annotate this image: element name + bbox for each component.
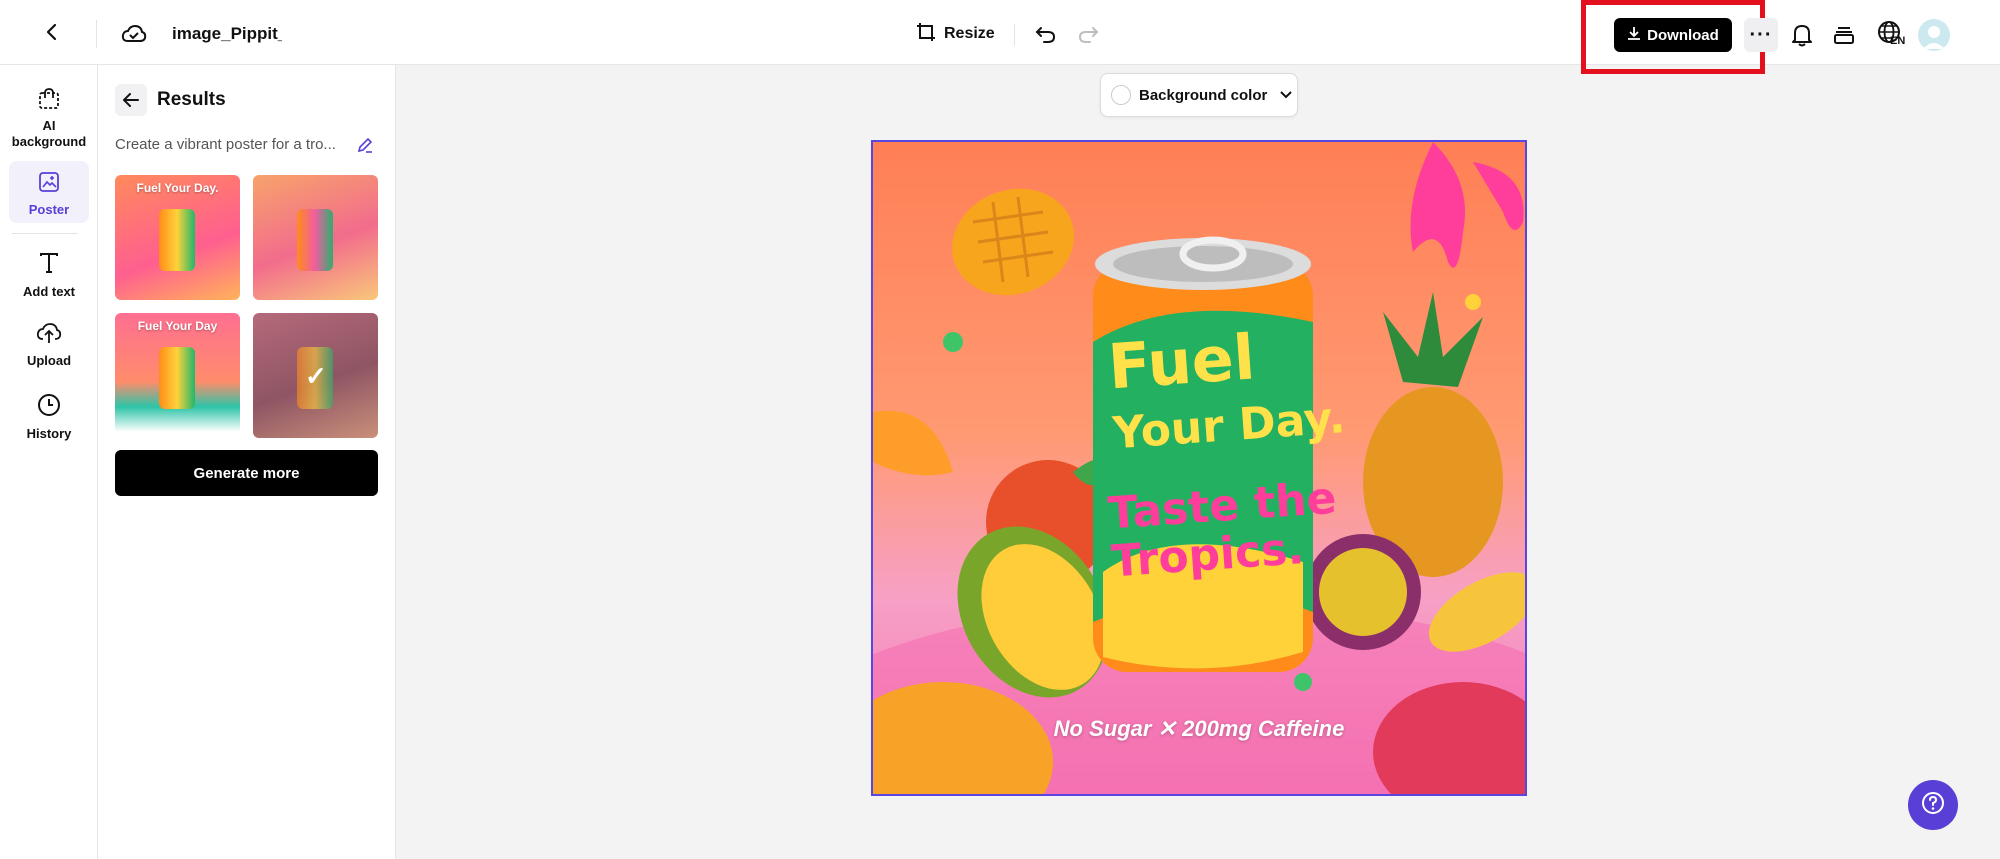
result-thumbnail[interactable]: Fuel Your Day. (115, 175, 240, 300)
bell-icon[interactable] (1786, 18, 1818, 52)
prompt-text[interactable]: Create a vibrant poster for a tro... (115, 136, 345, 153)
resize-button[interactable]: Resize (916, 18, 995, 50)
result-thumbnail[interactable] (253, 175, 378, 300)
divider (12, 233, 78, 234)
rail-item-label: Upload (26, 353, 72, 368)
rail-item-label: Poster (28, 202, 70, 217)
more-options-button[interactable]: ··· (1744, 18, 1778, 52)
can-image (297, 209, 333, 271)
poster-canvas[interactable]: Fuel Your Day. Taste the Tropics. No Sug… (871, 140, 1527, 796)
results-panel: Results Create a vibrant poster for a tr… (98, 65, 396, 859)
background-color-label: Background color (1139, 86, 1268, 104)
back-icon[interactable] (36, 16, 68, 48)
can-image (159, 347, 195, 409)
resize-icon (916, 22, 936, 47)
avatar[interactable] (1918, 19, 1950, 51)
cloud-sync-icon[interactable] (118, 18, 150, 50)
poster-footer-text: No Sugar ✕ 200mg Caffeine (1053, 716, 1345, 741)
undo-icon[interactable] (1030, 18, 1062, 50)
rail-item-history[interactable]: History (9, 383, 89, 443)
result-thumbnail-selected[interactable]: ✓ (253, 313, 378, 438)
poster-icon (37, 171, 61, 198)
rail-item-label: History (26, 426, 72, 441)
generate-more-button[interactable]: Generate more (115, 450, 378, 496)
pencil-icon[interactable] (354, 134, 376, 156)
divider (1014, 24, 1015, 46)
checkmark-icon: ✓ (305, 361, 327, 391)
arrow-left-icon[interactable] (115, 84, 147, 116)
divider (96, 20, 97, 48)
rail-item-add-text[interactable]: Add text (9, 241, 89, 301)
thumbnail-caption: Fuel Your Day. (136, 181, 219, 195)
download-button[interactable]: Download (1614, 18, 1732, 52)
rail-item-upload[interactable]: Upload (9, 312, 89, 372)
resize-label: Resize (944, 25, 995, 42)
help-button[interactable] (1908, 780, 1958, 830)
download-label: Download (1647, 26, 1719, 44)
redo-icon[interactable] (1072, 18, 1104, 50)
rail-item-label: AI background (11, 118, 87, 149)
clock-icon (37, 393, 61, 422)
top-bar: image_Pippit_20 Resize Download ··· EN (0, 0, 2000, 74)
tool-rail: AI background Poster Add text Upload His… (0, 65, 98, 859)
language-button[interactable]: EN (1870, 18, 1910, 52)
background-color-button[interactable]: Background color (1100, 73, 1298, 117)
stack-icon[interactable] (1828, 18, 1860, 52)
upload-cloud-icon (36, 322, 62, 349)
thumbnail-caption: Fuel Your Day (137, 319, 218, 333)
ai-background-icon (37, 87, 61, 114)
text-icon (37, 251, 61, 280)
chevron-down-icon (1279, 87, 1293, 104)
rail-item-ai-background[interactable]: AI background (9, 77, 89, 149)
question-icon (1921, 791, 1945, 820)
language-label: EN (1890, 35, 1906, 47)
color-swatch (1111, 85, 1131, 105)
document-title[interactable]: image_Pippit_20 (172, 24, 282, 44)
result-thumbnail[interactable]: Fuel Your Day (115, 313, 240, 438)
rail-item-poster[interactable]: Poster (9, 161, 89, 223)
can-image (159, 209, 195, 271)
panel-title: Results (157, 89, 226, 110)
rail-item-label: Add text (23, 284, 75, 299)
download-icon (1627, 26, 1641, 44)
poster-artwork (873, 142, 1525, 794)
